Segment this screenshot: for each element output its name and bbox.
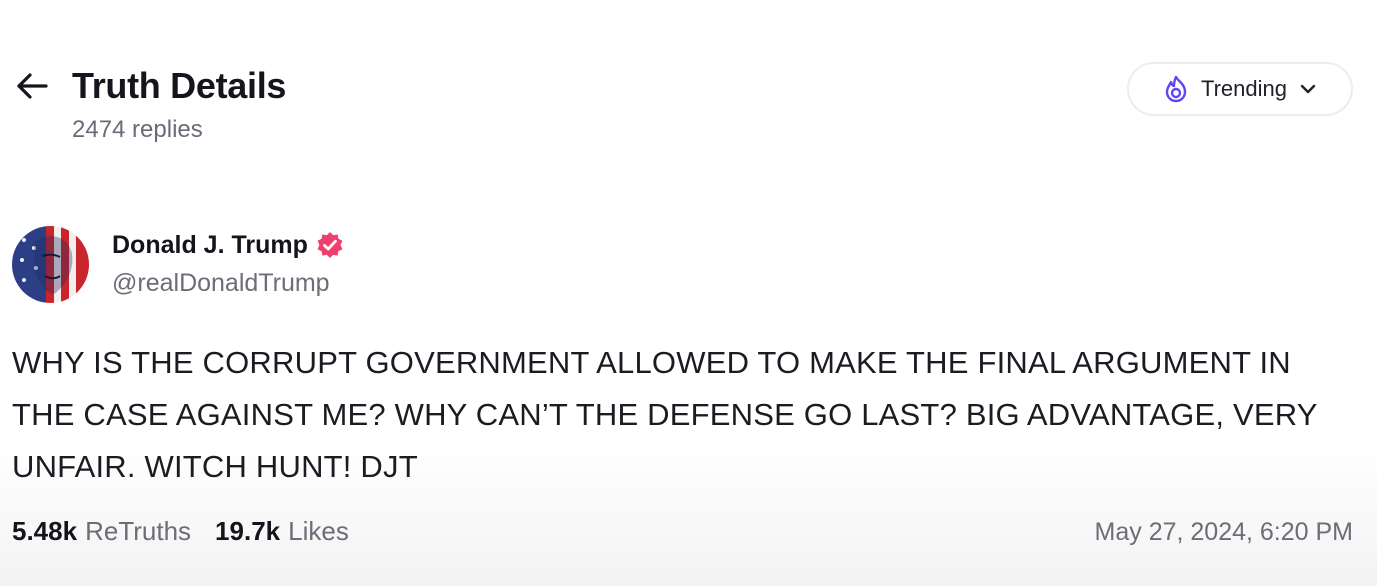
retruths-label: ReTruths bbox=[85, 516, 192, 546]
author-name-row: Donald J. Trump bbox=[112, 230, 345, 260]
post-author: Donald J. Trump @realDonaldTrump bbox=[12, 226, 345, 303]
retruths-count: 5.48k bbox=[12, 516, 78, 546]
likes-count: 19.7k bbox=[215, 516, 281, 546]
arrow-left-icon bbox=[17, 73, 48, 99]
flame-icon bbox=[1165, 75, 1187, 103]
author-info: Donald J. Trump @realDonaldTrump bbox=[112, 230, 345, 298]
sort-label: Trending bbox=[1200, 76, 1287, 101]
post-body: WHY IS THE CORRUPT GOVERNMENT ALLOWED TO… bbox=[12, 345, 1318, 484]
avatar[interactable] bbox=[12, 226, 89, 303]
retruths-stat[interactable]: 5.48k ReTruths bbox=[12, 516, 191, 547]
title-group: Truth Details 2474 replies bbox=[72, 62, 286, 144]
chevron-down-icon bbox=[1300, 84, 1316, 94]
avatar-image bbox=[12, 226, 89, 303]
post-timestamp: May 27, 2024, 6:20 PM bbox=[1094, 518, 1353, 546]
replies-count: 2474 replies bbox=[72, 116, 203, 143]
sort-dropdown-button[interactable]: Trending bbox=[1127, 62, 1353, 116]
author-handle[interactable]: @realDonaldTrump bbox=[112, 269, 345, 298]
author-name[interactable]: Donald J. Trump bbox=[112, 231, 308, 260]
page-title: Truth Details bbox=[72, 65, 287, 106]
verified-badge-icon bbox=[317, 232, 343, 258]
back-button[interactable] bbox=[14, 62, 54, 110]
likes-stat[interactable]: 19.7k Likes bbox=[215, 516, 349, 547]
page-header: Truth Details 2474 replies bbox=[14, 62, 286, 144]
likes-label: Likes bbox=[288, 516, 349, 546]
post-stats: 5.48k ReTruths 19.7k Likes bbox=[12, 516, 373, 547]
